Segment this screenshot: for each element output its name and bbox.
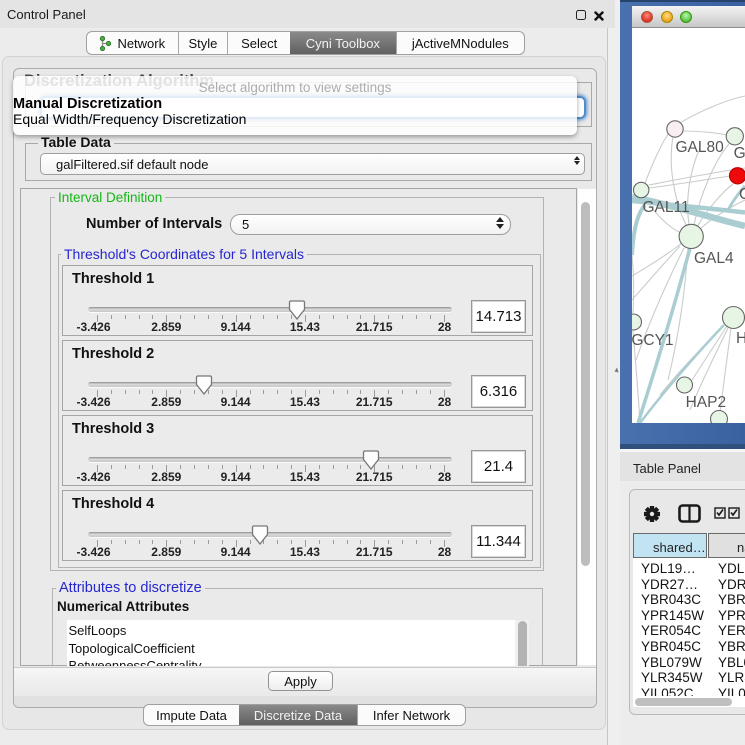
svg-text:GAL80: GAL80 — [676, 139, 725, 156]
svg-text:G: G — [739, 186, 745, 203]
svg-text:GCY1: GCY1 — [632, 332, 674, 349]
svg-text:HAP2: HAP2 — [686, 394, 727, 411]
svg-text:GAL4: GAL4 — [694, 250, 734, 267]
svg-text:GAL11: GAL11 — [643, 199, 690, 216]
svg-text:GA: GA — [734, 145, 745, 162]
svg-text:H: H — [736, 330, 745, 347]
